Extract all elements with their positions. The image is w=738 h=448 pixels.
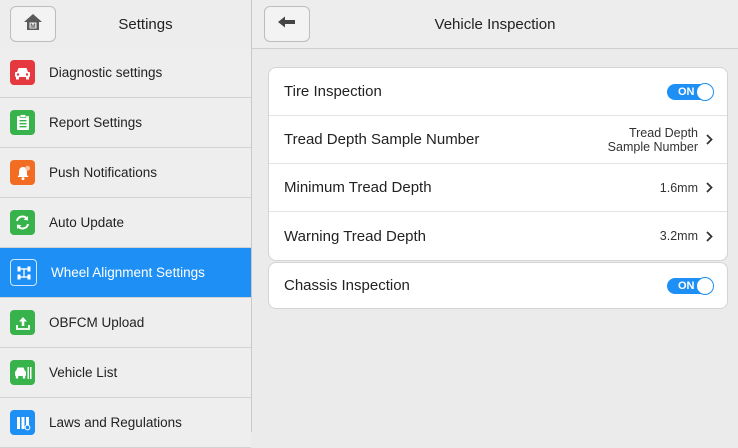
warning-tread-depth-label: Warning Tread Depth [284,227,427,245]
chassis-inspection-label: Chassis Inspection [284,277,410,294]
chassis-inspection-card: Chassis Inspection ON [268,262,728,309]
home-button[interactable]: M [10,6,56,42]
tread-depth-sample-number-value: Tread Depth Sample Number [607,125,698,154]
value-wrap: 1.6mm [660,181,713,195]
tire-inspection-label: Tire Inspection [284,83,382,100]
toggle-knob [696,276,714,295]
sidebar-item-label: Wheel Alignment Settings [51,265,205,280]
wheel-alignment-icon [10,259,37,286]
chassis-inspection-row: Chassis Inspection ON [269,263,727,308]
minimum-tread-depth-value: 1.6mm [659,180,698,195]
tire-inspection-toggle[interactable]: ON [667,82,714,101]
sidebar-item-laws-and-regulations[interactable]: Laws and Regulations [0,398,251,448]
book-icon [10,410,35,435]
sidebar-item-diagnostic-settings[interactable]: Diagnostic settings [0,48,251,98]
sidebar-item-label: OBFCM Upload [49,315,145,330]
tread-depth-sample-number-label: Tread Depth Sample Number [284,131,480,148]
sidebar-item-label: Laws and Regulations [49,415,182,430]
sidebar-item-auto-update[interactable]: Auto Update [0,198,251,248]
warning-tread-depth-value: 3.2mm [659,229,698,243]
main-header: Vehicle Inspection [252,0,738,49]
clipboard-icon [10,110,35,135]
home-badge: M [30,23,35,30]
upload-icon [10,310,35,335]
chevron-right-icon [706,230,713,242]
toggle-state-text: ON [678,279,695,292]
chevron-right-icon [706,134,713,145]
minimum-tread-depth-row[interactable]: Minimum Tread Depth 1.6mm [269,164,727,212]
tire-inspection-card: Tire Inspection ON Tread Depth Sample Nu… [268,67,728,261]
vehicle-list-icon [10,360,35,385]
tire-inspection-row: Tire Inspection ON [269,68,727,116]
car-icon [10,60,35,85]
toggle-state-text: ON [678,85,695,98]
sidebar-item-vehicle-list[interactable]: Vehicle List [0,348,251,398]
settings-sidebar: M Settings Diagnostic settings Report Se… [0,0,252,448]
sidebar-item-label: Auto Update [49,215,125,230]
sidebar-header: M Settings [0,0,251,49]
sidebar-item-push-notifications[interactable]: Push Notifications [0,148,251,198]
chevron-right-icon [706,182,713,193]
value-wrap: 3.2mm [660,229,713,243]
toggle-knob [696,82,714,101]
sidebar-item-wheel-alignment-settings[interactable]: Wheel Alignment Settings [0,248,251,298]
settings-menu: Diagnostic settings Report Settings Push… [0,48,251,448]
sidebar-item-label: Report Settings [49,115,143,130]
warning-tread-depth-row[interactable]: Warning Tread Depth 3.2mm [269,212,727,260]
value-wrap: Tread Depth Sample Number [606,126,713,154]
home-icon: M [22,12,44,37]
page-title: Vehicle Inspection [434,15,556,33]
sidebar-item-report-settings[interactable]: Report Settings [0,98,251,148]
sidebar-title: Settings [118,15,173,33]
back-button[interactable] [264,6,310,42]
chassis-inspection-toggle[interactable]: ON [667,276,714,295]
bell-icon [10,160,35,185]
sidebar-item-obfcm-upload[interactable]: OBFCM Upload [0,298,251,348]
sidebar-item-label: Vehicle List [49,365,118,380]
sidebar-item-label: Push Notifications [49,165,158,180]
back-arrow-icon [278,15,296,33]
minimum-tread-depth-label: Minimum Tread Depth [284,179,432,196]
tread-depth-sample-number-row[interactable]: Tread Depth Sample Number Tread Depth Sa… [269,116,727,164]
sidebar-item-label: Diagnostic settings [49,65,163,80]
sync-icon [10,210,35,235]
